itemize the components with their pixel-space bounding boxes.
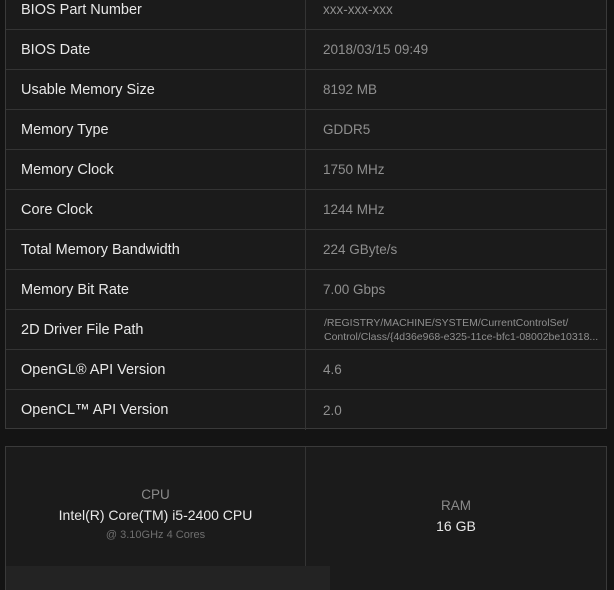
spec-row-2d-driver-file-path: 2D Driver File Path /REGISTRY/MACHINE/SY… bbox=[6, 310, 606, 350]
spec-label: Core Clock bbox=[6, 190, 306, 229]
spec-label: Total Memory Bandwidth bbox=[6, 230, 306, 269]
driver-path-line-2: Control/Class/{4d36e968-e325-11ce-bfc1-0… bbox=[324, 330, 599, 343]
spec-row-opencl-api-version: OpenCL™ API Version 2.0 bbox=[6, 390, 606, 430]
system-info-page: BIOS Part Number xxx-xxx-xxx BIOS Date 2… bbox=[0, 0, 614, 590]
spec-row-total-memory-bandwidth: Total Memory Bandwidth 224 GByte/s bbox=[6, 230, 606, 270]
spec-label: BIOS Date bbox=[6, 30, 306, 69]
spec-value: 2018/03/15 09:49 bbox=[323, 42, 429, 57]
spec-row-core-clock: Core Clock 1244 MHz bbox=[6, 190, 606, 230]
spec-value: GDDR5 bbox=[323, 122, 371, 137]
spec-label: BIOS Part Number bbox=[6, 0, 306, 29]
cpu-title: CPU bbox=[141, 487, 170, 502]
spec-label: Memory Bit Rate bbox=[6, 270, 306, 309]
spec-value: 1244 MHz bbox=[323, 202, 385, 217]
spec-value: 8192 MB bbox=[323, 82, 378, 97]
spec-value: 1750 MHz bbox=[323, 162, 385, 177]
spec-row-memory-clock: Memory Clock 1750 MHz bbox=[6, 150, 606, 190]
spec-label: Usable Memory Size bbox=[6, 70, 306, 109]
cpu-name: Intel(R) Core(TM) i5-2400 CPU bbox=[58, 507, 253, 523]
ram-size: 16 GB bbox=[436, 518, 476, 534]
spec-label: Memory Clock bbox=[6, 150, 306, 189]
spec-row-memory-type: Memory Type GDDR5 bbox=[6, 110, 606, 150]
ram-title: RAM bbox=[441, 498, 471, 513]
ram-card: RAM 16 GB bbox=[306, 447, 606, 590]
spec-row-opengl-api-version: OpenGL® API Version 4.6 bbox=[6, 350, 606, 390]
spec-row-bios-date: BIOS Date 2018/03/15 09:49 bbox=[6, 30, 606, 70]
spec-label: Memory Type bbox=[6, 110, 306, 149]
spec-label: 2D Driver File Path bbox=[6, 310, 306, 349]
spec-row-bios-part-number: BIOS Part Number xxx-xxx-xxx bbox=[6, 0, 606, 30]
spec-value: xxx-xxx-xxx bbox=[323, 2, 393, 17]
spec-row-memory-bit-rate: Memory Bit Rate 7.00 Gbps bbox=[6, 270, 606, 310]
horizontal-scrollbar[interactable] bbox=[6, 566, 330, 590]
driver-path-line-1: /REGISTRY/MACHINE/SYSTEM/CurrentControlS… bbox=[324, 316, 569, 329]
spec-value: 2.0 bbox=[323, 402, 342, 418]
spec-label: OpenGL® API Version bbox=[6, 350, 306, 389]
spec-value-driver-path[interactable]: /REGISTRY/MACHINE/SYSTEM/CurrentControlS… bbox=[306, 310, 606, 349]
spec-row-usable-memory-size: Usable Memory Size 8192 MB bbox=[6, 70, 606, 110]
spec-value: 4.6 bbox=[323, 362, 342, 377]
spec-value: 224 GByte/s bbox=[323, 242, 398, 257]
specs-table: BIOS Part Number xxx-xxx-xxx BIOS Date 2… bbox=[5, 0, 607, 430]
spec-label: OpenCL™ API Version bbox=[6, 390, 306, 430]
spec-value: 7.00 Gbps bbox=[323, 282, 386, 297]
cpu-detail: @ 3.10GHz 4 Cores bbox=[105, 529, 206, 541]
